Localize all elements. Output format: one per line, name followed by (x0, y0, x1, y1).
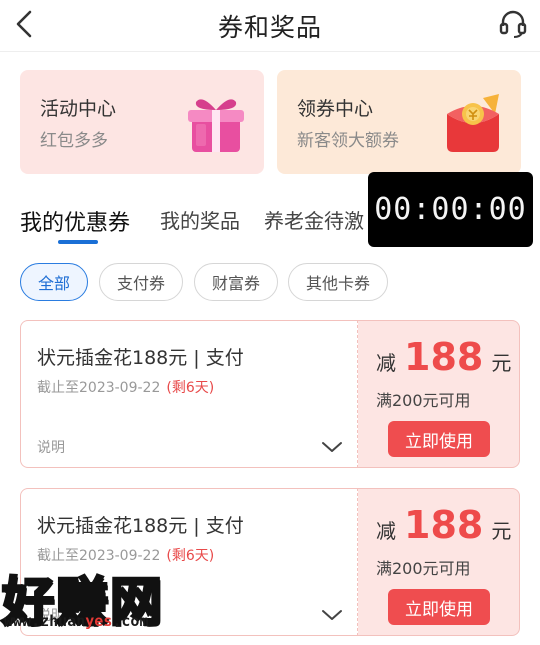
top-nav-bar: 券和奖品 (0, 0, 540, 52)
coupon-description-toggle[interactable]: 说明 (37, 437, 65, 457)
chevron-down-icon[interactable] (321, 607, 343, 623)
activity-center-card[interactable]: 活动中心 红包多多 (20, 70, 264, 174)
coupon-center-title: 领券中心 (297, 98, 374, 120)
activity-center-subtitle: 红包多多 (40, 131, 108, 151)
coupon-center-card[interactable]: 领券中心 新客领大额券 (277, 70, 521, 174)
coupon-name: 状元插金花188元 | 支付 (37, 515, 244, 537)
discount-amount: 188 (404, 503, 484, 547)
coupon-name: 状元插金花188元 | 支付 (37, 347, 244, 369)
filter-other-cards[interactable]: 其他卡券 (288, 263, 388, 301)
filter-wealth-coupons[interactable]: 财富券 (194, 263, 278, 301)
use-now-button[interactable]: 立即使用 (388, 421, 490, 457)
discount-prefix: 减 (376, 519, 396, 543)
coupon-center-subtitle: 新客领大额券 (297, 131, 399, 151)
coupon-expiry-date: 截止至2023-09-22 (37, 380, 161, 396)
coupon-info: 状元插金花188元 | 支付 截止至2023-09-22 (剩6天) 说明 (20, 320, 358, 468)
tab-pension-activation[interactable]: 养老金待激 (264, 205, 364, 234)
tab-my-coupons[interactable]: 我的优惠券 (20, 205, 130, 237)
coupon-expiry: 截止至2023-09-22 (剩6天) (37, 377, 214, 397)
headset-support-icon[interactable] (498, 8, 528, 40)
coupon-condition: 满200元可用 (376, 391, 471, 410)
page-title: 券和奖品 (217, 13, 322, 42)
watermark-url: www.zhuanyes.com (4, 612, 149, 630)
tab-my-prizes[interactable]: 我的奖品 (160, 205, 240, 234)
discount-amount: 188 (404, 335, 484, 379)
use-now-button[interactable]: 立即使用 (388, 589, 490, 625)
activity-center-title: 活动中心 (40, 98, 117, 120)
discount-unit: 元 (491, 351, 512, 375)
watermark-url-suffix: .com (112, 612, 149, 630)
discount-unit: 元 (491, 519, 512, 543)
coupon-discount: 减 188 元 (376, 335, 511, 379)
coupon-value-panel: 减 188 元 满200元可用 立即使用 (358, 320, 520, 468)
filter-all[interactable]: 全部 (20, 263, 88, 301)
discount-prefix: 减 (376, 351, 396, 375)
chevron-down-icon[interactable] (321, 439, 343, 455)
site-watermark: 好赚网 www.zhuanyes.com (0, 560, 200, 640)
watermark-url-highlight: yes (85, 612, 113, 630)
countdown-timer: 00:00:00 (368, 172, 533, 247)
coupon-card: 状元插金花188元 | 支付 截止至2023-09-22 (剩6天) 说明 减 18… (20, 320, 520, 468)
active-tab-indicator (58, 240, 98, 244)
coupon-discount: 减 188 元 (376, 503, 511, 547)
watermark-url-prefix: www.zhuan (4, 612, 86, 630)
coupon-value-panel: 减 188 元 满200元可用 立即使用 (358, 488, 520, 636)
coupon-condition: 满200元可用 (376, 559, 471, 578)
coupon-days-remaining: (剩6天) (166, 380, 215, 396)
red-envelope-coupon-icon (447, 94, 499, 152)
gift-box-icon (188, 99, 244, 152)
filter-payment-coupons[interactable]: 支付券 (99, 263, 183, 301)
